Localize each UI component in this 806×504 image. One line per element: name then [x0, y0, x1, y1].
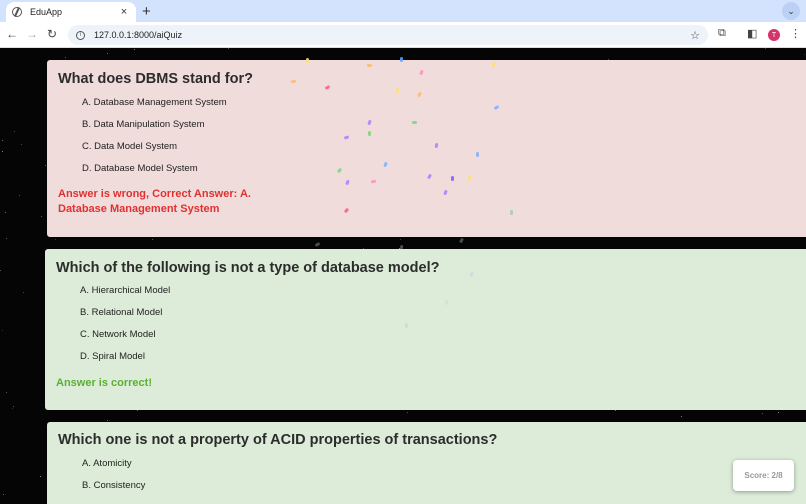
confetti-piece — [400, 57, 403, 62]
star-dot — [41, 216, 42, 217]
option-b[interactable]: B. Data Manipulation System — [82, 119, 205, 130]
star-dot — [40, 476, 41, 477]
question-title: Which one is not a property of ACID prop… — [58, 432, 498, 448]
forward-icon[interactable]: → — [24, 27, 40, 41]
site-info-icon[interactable]: i — [76, 30, 85, 40]
star-dot — [14, 131, 15, 132]
result-line-2: Database Management System — [58, 203, 220, 215]
star-dot — [3, 494, 4, 495]
menu-icon[interactable]: ⋮ — [790, 27, 801, 40]
question-title: Which of the following is not a type of … — [56, 260, 440, 276]
star-dot — [765, 48, 766, 49]
star-dot — [228, 48, 229, 49]
address-bar[interactable]: i 127.0.0.1:8000/aiQuiz ☆ — [68, 25, 708, 45]
star-dot — [2, 330, 3, 331]
star-dot — [19, 195, 20, 196]
star-dot — [0, 270, 1, 271]
star-dot — [21, 144, 22, 145]
star-dot — [12, 408, 13, 409]
result-message: Answer is correct! — [56, 377, 152, 389]
star-dot — [6, 392, 7, 393]
option-c[interactable]: C. Data Model System — [82, 141, 177, 152]
tab-close-icon[interactable]: × — [118, 6, 130, 18]
confetti-piece — [314, 241, 321, 248]
reload-icon[interactable]: ↻ — [44, 27, 60, 41]
browser-tab[interactable]: EduApp × — [6, 2, 136, 22]
star-dot — [45, 165, 46, 166]
star-dot — [407, 412, 408, 413]
browser-tab-bar: EduApp × + ⌄ — [0, 0, 806, 22]
confetti-piece — [306, 58, 309, 63]
extensions-icon[interactable]: ⧉ — [718, 27, 726, 40]
question-card-1: What does DBMS stand for? A. Database Ma… — [47, 60, 806, 237]
option-a[interactable]: A. Atomicity — [82, 458, 132, 469]
confetti-piece — [368, 131, 371, 136]
star-dot — [762, 413, 763, 414]
tab-title: EduApp — [30, 7, 63, 17]
star-dot — [65, 57, 66, 58]
option-b[interactable]: B. Relational Model — [80, 307, 162, 318]
star-dot — [137, 410, 138, 411]
browser-toolbar: ← → ↻ i 127.0.0.1:8000/aiQuiz ☆ ⧉ ◧ ⋮ — [0, 22, 806, 48]
url-text: 127.0.0.1:8000/aiQuiz — [94, 30, 183, 40]
globe-icon — [12, 7, 22, 17]
star-dot — [2, 151, 3, 152]
star-dot — [681, 416, 682, 417]
confetti-piece — [405, 323, 408, 328]
option-b[interactable]: B. Consistency — [82, 480, 145, 491]
profile-avatar[interactable]: T — [768, 29, 780, 41]
question-card-2: Which of the following is not a type of … — [45, 249, 806, 410]
star-dot — [6, 238, 7, 239]
star-dot — [23, 292, 24, 293]
option-d[interactable]: D. Spiral Model — [80, 351, 145, 362]
star-dot — [778, 412, 779, 413]
back-icon[interactable]: ← — [4, 27, 20, 41]
star-dot — [107, 420, 108, 421]
confetti-piece — [476, 152, 479, 157]
confetti-piece — [396, 88, 399, 93]
confetti-piece — [367, 64, 372, 67]
star-dot — [134, 49, 135, 50]
star-dot — [615, 410, 616, 411]
star-dot — [5, 212, 6, 213]
confetti-piece — [510, 210, 513, 215]
star-dot — [804, 54, 805, 55]
new-tab-button[interactable]: + — [142, 3, 151, 20]
option-d[interactable]: D. Database Model System — [82, 163, 198, 174]
option-c[interactable]: C. Network Model — [80, 329, 156, 340]
star-dot — [107, 53, 108, 54]
score-badge: Score: 2/8 — [733, 460, 794, 491]
option-a[interactable]: A. Database Management System — [82, 97, 227, 108]
side-panel-icon[interactable]: ◧ — [747, 27, 757, 40]
quiz-page: What does DBMS stand for? A. Database Ma… — [0, 48, 806, 504]
star-dot — [2, 140, 3, 141]
question-card-3: Which one is not a property of ACID prop… — [47, 422, 806, 504]
star-dot — [13, 406, 14, 407]
confetti-piece — [458, 237, 465, 244]
star-dot — [55, 239, 56, 240]
confetti-piece — [412, 121, 417, 124]
star-dot — [400, 239, 401, 240]
result-line-1: Answer is wrong, Correct Answer: A. — [58, 188, 251, 200]
question-title: What does DBMS stand for? — [58, 71, 253, 87]
star-dot — [152, 239, 153, 240]
tab-search-icon[interactable]: ⌄ — [782, 2, 800, 20]
bookmark-star-icon[interactable]: ☆ — [690, 29, 700, 42]
option-a[interactable]: A. Hierarchical Model — [80, 285, 170, 296]
result-message: Answer is wrong, Correct Answer: A. Data… — [58, 187, 251, 217]
confetti-piece — [451, 176, 454, 181]
